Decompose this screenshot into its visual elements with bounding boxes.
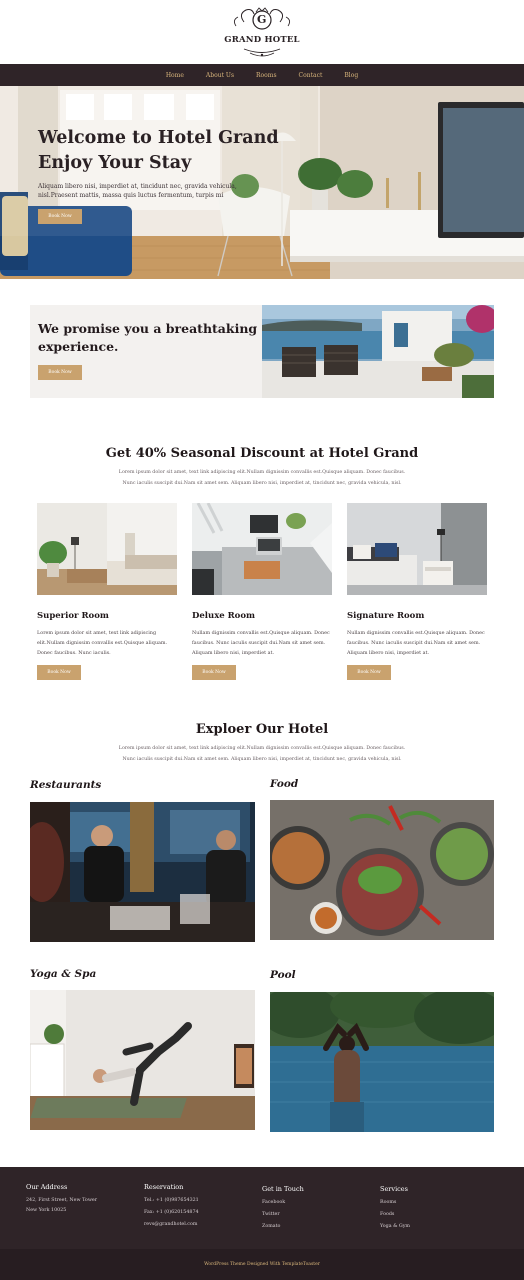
superior-room-desc: Lorem ipsum dolor sit amet, text link ad… — [37, 630, 168, 656]
footer-rooms-link[interactable]: Rooms — [380, 1197, 396, 1209]
nav-contact[interactable]: Contact — [299, 72, 323, 79]
nav-blog[interactable]: Blog — [344, 72, 358, 79]
explore-pool-label[interactable]: Pool — [270, 969, 296, 981]
footer-yoga-gym-link[interactable]: Yoga & Gym — [380, 1221, 410, 1233]
footer-services-heading: Services — [380, 1185, 408, 1193]
deluxe-room-image — [192, 503, 332, 595]
explore-restaurants-label[interactable]: Restaurants — [30, 779, 101, 791]
brand-logo[interactable]: G GRAND HOTEL — [222, 4, 302, 60]
nav-about-us[interactable]: About Us — [206, 72, 234, 79]
explore-yoga-spa-label[interactable]: Yoga & Spa — [30, 968, 96, 980]
hero-title: Welcome to Hotel Grand Enjoy Your Stay — [38, 128, 279, 173]
footer-fax: Fax: +1 (0)620154874 — [144, 1210, 199, 1215]
footer-foods-link[interactable]: Foods — [380, 1209, 394, 1221]
signature-room-image — [347, 503, 487, 595]
signature-room-book-button[interactable]: Book Now — [347, 665, 391, 680]
yoga-spa-image[interactable] — [30, 990, 255, 1130]
explore-food-label[interactable]: Food — [270, 778, 298, 790]
explore-title: Exploer Our Hotel — [195, 722, 329, 737]
nav-rooms[interactable]: Rooms — [256, 72, 277, 79]
footer-tel: Tel.: +1 (0)987654321 — [144, 1198, 199, 1203]
superior-room-book-button[interactable]: Book Now — [37, 665, 81, 680]
pool-image[interactable] — [270, 992, 494, 1132]
signature-room-desc: Nullam dignissim convallis est.Quisque a… — [347, 630, 485, 656]
footer-touch-heading: Get in Touch — [262, 1185, 304, 1193]
terrace-sea-view-image — [262, 305, 494, 398]
promise-title: We promise you a breathtaking experience… — [38, 321, 258, 354]
promise-banner: We promise you a breathtaking experience… — [30, 305, 494, 398]
hero-book-now-button[interactable]: Book Now — [38, 209, 82, 224]
restaurants-image[interactable] — [30, 802, 255, 942]
copyright-bar: WordPress Theme Designed With TemplateTo… — [0, 1249, 524, 1280]
discount-title: Get 40% Seasonal Discount at Hotel Grand — [105, 446, 419, 461]
footer-address-line2: New York 10025 — [26, 1208, 67, 1213]
logo-initial: G — [257, 13, 267, 26]
deluxe-room-name: Deluxe Room — [192, 611, 256, 621]
footer-zomato-link[interactable]: Zomato — [262, 1221, 280, 1233]
footer-facebook-link[interactable]: Facebook — [262, 1197, 285, 1209]
brand-name: GRAND HOTEL — [224, 35, 300, 45]
copyright-text[interactable]: WordPress Theme Designed With TemplateTo… — [204, 1262, 320, 1267]
site-header: G GRAND HOTEL — [0, 0, 524, 64]
deluxe-room-desc: Nullam dignissim convallis est.Quisque a… — [192, 630, 330, 656]
main-nav: Home About Us Rooms Contact Blog — [0, 64, 524, 86]
promise-book-now-button[interactable]: Book Now — [38, 365, 82, 380]
explore-text: Lorem ipsum dolor sit amet, text link ad… — [118, 746, 406, 762]
signature-room-name: Signature Room — [347, 611, 425, 621]
site-footer: Our Address 242, First Street, New Tower… — [0, 1167, 524, 1249]
food-image[interactable] — [270, 800, 494, 940]
footer-email-link[interactable]: revs@grandhotel.com — [144, 1219, 197, 1231]
deluxe-room-book-button[interactable]: Book Now — [192, 665, 236, 680]
footer-reservation-heading: Reservation — [144, 1183, 184, 1191]
footer-twitter-link[interactable]: Twitter — [262, 1209, 280, 1221]
footer-address-heading: Our Address — [26, 1183, 68, 1191]
superior-room-name: Superior Room — [37, 611, 109, 621]
discount-text: Lorem ipsum dolor sit amet, text link ad… — [118, 470, 406, 486]
hero-text: Aliquam libero nisi, imperdiet at, tinci… — [38, 183, 237, 199]
nav-home[interactable]: Home — [166, 72, 184, 79]
hero-banner: Welcome to Hotel Grand Enjoy Your Stay A… — [0, 86, 524, 279]
superior-room-image — [37, 503, 177, 595]
